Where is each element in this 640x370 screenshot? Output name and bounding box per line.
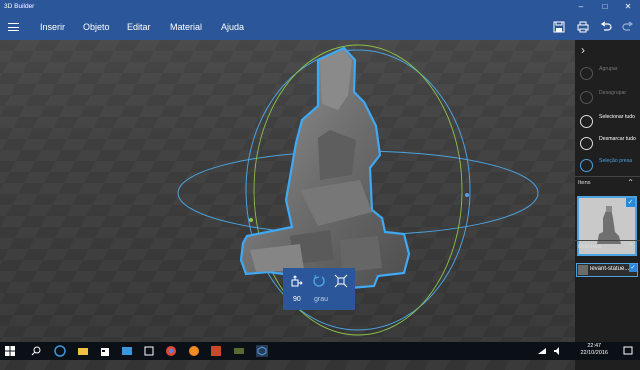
menu-bar: Inserir Objeto Editar Material Ajuda xyxy=(0,14,640,40)
menu-ajuda[interactable]: Ajuda xyxy=(221,22,244,32)
redo-icon[interactable] xyxy=(620,19,636,35)
minimize-icon[interactable]: – xyxy=(570,0,592,14)
3d-viewport[interactable] xyxy=(0,40,575,370)
clock-time: 22:47 xyxy=(587,343,602,349)
ungroup-label: Desagrupar xyxy=(599,90,627,96)
move-icon[interactable] xyxy=(290,274,304,288)
rotate-icon[interactable] xyxy=(312,274,326,288)
checkmark-icon: ✓ xyxy=(629,264,637,272)
gizmo-handle[interactable] xyxy=(465,193,469,197)
deselect-all-label: Desmarcar tudo xyxy=(599,136,636,142)
app-icon[interactable] xyxy=(233,345,245,357)
chrome-icon[interactable] xyxy=(165,345,177,357)
select-all-label: Selecionar tudo xyxy=(599,114,636,120)
menu-inserir[interactable]: Inserir xyxy=(40,22,65,32)
group-label: Agrupar xyxy=(599,66,618,72)
group-icon xyxy=(580,67,593,80)
save-icon[interactable] xyxy=(551,19,567,35)
windows-start-icon[interactable] xyxy=(4,345,16,357)
materials-title: Materiais xyxy=(578,244,602,250)
edge-browser-icon[interactable] xyxy=(54,345,66,357)
rotation-tool-popup: 90 grau xyxy=(283,268,355,310)
title-bar: 3D Builder – □ ✕ xyxy=(0,0,640,14)
window-title: 3D Builder xyxy=(4,3,35,10)
checkmark-icon: ✓ xyxy=(626,198,635,207)
material-item[interactable]: levant-statue... ✓ xyxy=(576,263,638,277)
material-swatch xyxy=(578,265,588,275)
photoshop-icon[interactable] xyxy=(210,345,222,357)
chevron-up-icon[interactable]: ⌃ xyxy=(627,242,634,251)
search-icon[interactable] xyxy=(30,345,42,357)
ungroup-icon xyxy=(580,91,593,104)
menu-objeto[interactable]: Objeto xyxy=(83,22,110,32)
hamburger-menu-icon[interactable] xyxy=(8,23,19,31)
locked-selection-label: Seleção presa xyxy=(599,158,633,164)
scene-canvas[interactable] xyxy=(0,40,575,370)
volume-icon[interactable] xyxy=(552,345,564,357)
3d-builder-taskbar-icon[interactable] xyxy=(256,345,268,357)
menu-material[interactable]: Material xyxy=(170,22,202,32)
maximize-icon[interactable]: □ xyxy=(594,0,616,14)
deselect-all-icon xyxy=(580,137,593,150)
undo-icon[interactable] xyxy=(598,19,614,35)
close-icon[interactable]: ✕ xyxy=(617,0,639,14)
chevron-up-icon[interactable]: ⌃ xyxy=(627,178,634,187)
network-icon[interactable] xyxy=(536,345,548,357)
tablet-icon[interactable] xyxy=(143,345,155,357)
store-icon[interactable] xyxy=(99,345,111,357)
mail-icon[interactable] xyxy=(121,345,133,357)
firefox-icon[interactable] xyxy=(188,345,200,357)
notifications-icon[interactable] xyxy=(622,345,634,357)
menu-editar[interactable]: Editar xyxy=(127,22,151,32)
rotation-value[interactable]: 90 xyxy=(293,296,301,303)
rotation-unit: grau xyxy=(314,296,329,303)
triangle-icon xyxy=(580,159,593,172)
chevron-right-icon[interactable]: › xyxy=(581,43,585,57)
taskbar: 22:47 22/10/2016 xyxy=(0,342,640,360)
print-icon[interactable] xyxy=(575,19,591,35)
gizmo-handle[interactable] xyxy=(249,218,253,222)
file-explorer-icon[interactable] xyxy=(77,345,89,357)
clock-date: 22/10/2016 xyxy=(580,350,608,356)
materials-section-header[interactable]: Materiais ⌃ xyxy=(575,240,640,255)
system-clock[interactable]: 22:47 22/10/2016 xyxy=(580,343,608,357)
select-all-icon xyxy=(580,115,593,128)
scale-icon[interactable] xyxy=(334,274,348,288)
items-section-header[interactable]: Itens ⌃ xyxy=(575,176,640,191)
object-panel: › Agrupar Desagrupar Selecionar tudo Des… xyxy=(575,40,640,370)
items-title: Itens xyxy=(578,180,591,186)
